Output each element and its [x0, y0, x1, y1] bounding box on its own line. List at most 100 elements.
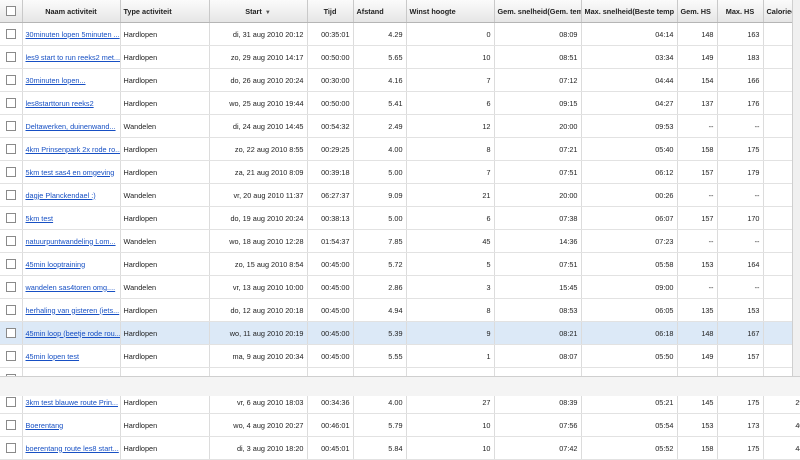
table-cell-tijd: 01:54:37	[307, 229, 354, 253]
row-checkbox[interactable]	[0, 114, 23, 138]
activity-link[interactable]: 45min lopen test	[26, 352, 80, 361]
table-cell-name: 30minuten lopen...	[22, 68, 121, 92]
select-all-checkbox[interactable]	[0, 0, 23, 23]
checkbox-box[interactable]	[5, 52, 16, 63]
table-row[interactable]: 45min looptraining Hardlopen zo, 15 aug 20…	[0, 252, 800, 276]
checkbox-box[interactable]	[5, 259, 16, 270]
activity-link[interactable]: dagje Planckendael :)	[26, 191, 96, 200]
row-checkbox[interactable]	[0, 413, 23, 437]
checkbox-box[interactable]	[5, 351, 16, 362]
checkbox-box[interactable]	[5, 98, 16, 109]
table-row[interactable]: les9 start to run reeks2 met... Hardlopen…	[0, 45, 800, 69]
table-row[interactable]: 45min loop (beetje rode rou... Hardlopen w…	[0, 321, 800, 345]
column-header-max-snelheid[interactable]: Max. snelheid(Beste temp	[581, 0, 678, 23]
checkbox-box[interactable]	[5, 397, 16, 408]
row-checkbox[interactable]	[0, 436, 23, 460]
table-row[interactable]: 5km test sas4 en omgeving Hardlopen za, 21…	[0, 160, 800, 184]
activity-link[interactable]: Deltawerken, duinenwand...	[26, 122, 116, 131]
table-cell-max-hs: 164	[717, 252, 764, 276]
checkbox-box[interactable]	[5, 29, 16, 40]
activity-link[interactable]: 4km Prinsenpark 2x rode ro...	[26, 145, 120, 154]
column-header-name[interactable]: Naam activiteit	[22, 0, 121, 23]
table-cell-tijd: 00:30:00	[307, 68, 354, 92]
column-header-gem-snelheid[interactable]: Gem. snelheid(Gem. temp	[494, 0, 582, 23]
checkbox-box[interactable]	[5, 420, 16, 431]
table-row[interactable]: Deltawerken, duinenwand... Wandelen di, 24…	[0, 114, 800, 138]
table-cell-gem-snelheid: 07:21	[494, 137, 582, 161]
table-row[interactable]: herhaling van gisteren (iets... Hardlopen…	[0, 298, 800, 322]
checkbox-box[interactable]	[5, 213, 16, 224]
column-header-tijd[interactable]: Tijd	[307, 0, 354, 23]
column-header-start[interactable]: Start ▼	[209, 0, 308, 23]
table-cell-name: 4km Prinsenpark 2x rode ro...	[22, 137, 121, 161]
checkbox-box[interactable]	[5, 282, 16, 293]
table-row[interactable]: dagje Planckendael :) Wandelen vr, 20 aug …	[0, 183, 800, 207]
vertical-scrollbar[interactable]	[792, 0, 800, 376]
checkbox-box[interactable]	[5, 6, 16, 17]
column-header-winst[interactable]: Winst hoogte	[406, 0, 495, 23]
table-cell-gem-hs: --	[677, 183, 718, 207]
table-row[interactable]: 30minuten lopen 5minuten ... Hardlopen di,…	[0, 22, 800, 46]
row-checkbox[interactable]	[0, 321, 23, 345]
table-row[interactable]: Boerentang Hardlopen wo, 4 aug 2010 20:27 0…	[0, 413, 800, 437]
activity-link[interactable]: 5km test	[26, 214, 54, 223]
activity-list-panel: Naam activiteit Type activiteit Start ▼ T…	[0, 0, 800, 460]
row-checkbox[interactable]	[0, 68, 23, 92]
column-header-max-hs[interactable]: Max. HS	[717, 0, 764, 23]
table-cell-gem-hs: --	[677, 275, 718, 299]
table-cell-type: Hardlopen	[120, 68, 210, 92]
table-cell-start: wo, 18 aug 2010 12:28	[209, 229, 308, 253]
row-checkbox[interactable]	[0, 91, 23, 115]
table-row[interactable]: wandelen sas4toren omg.... Wandelen vr, 13…	[0, 275, 800, 299]
activity-link[interactable]: boerentang route les8 start...	[26, 444, 119, 453]
row-checkbox[interactable]	[0, 252, 23, 276]
table-cell-max-hs: 163	[717, 22, 764, 46]
column-header-afstand[interactable]: Afstand	[353, 0, 407, 23]
row-checkbox[interactable]	[0, 45, 23, 69]
column-header-gem-hs[interactable]: Gem. HS	[677, 0, 718, 23]
row-checkbox[interactable]	[0, 22, 23, 46]
checkbox-box[interactable]	[5, 236, 16, 247]
table-cell-type: Hardlopen	[120, 344, 210, 368]
activity-link[interactable]: 5km test sas4 en omgeving	[26, 168, 115, 177]
row-checkbox[interactable]	[0, 344, 23, 368]
checkbox-box[interactable]	[5, 328, 16, 339]
table-row[interactable]: 30minuten lopen... Hardlopen do, 26 aug 20…	[0, 68, 800, 92]
row-checkbox[interactable]	[0, 206, 23, 230]
activity-link[interactable]: wandelen sas4toren omg....	[26, 283, 116, 292]
table-row[interactable]: 4km Prinsenpark 2x rode ro... Hardlopen zo…	[0, 137, 800, 161]
activity-link[interactable]: natuurpuntwandeling Lom...	[26, 237, 116, 246]
table-cell-max-hs: 157	[717, 344, 764, 368]
checkbox-box[interactable]	[5, 443, 16, 454]
horizontal-scrollbar[interactable]	[0, 376, 800, 396]
activity-link[interactable]: les8starttorun reeks2	[26, 99, 94, 108]
checkbox-box[interactable]	[5, 305, 16, 316]
table-cell-name: 45min lopen test	[22, 344, 121, 368]
table-row[interactable]: boerentang route les8 start... Hardlopen d…	[0, 436, 800, 460]
table-row[interactable]: 5km test Hardlopen do, 19 aug 2010 20:24 00…	[0, 206, 800, 230]
table-row[interactable]: 45min lopen test Hardlopen ma, 9 aug 2010 …	[0, 344, 800, 368]
column-header-type[interactable]: Type activiteit	[120, 0, 210, 23]
row-checkbox[interactable]	[0, 160, 23, 184]
activity-link[interactable]: 3km test blauwe route Prin...	[26, 398, 118, 407]
table-row[interactable]: natuurpuntwandeling Lom... Wandelen wo, 18…	[0, 229, 800, 253]
table-row[interactable]: les8starttorun reeks2 Hardlopen wo, 25 aug…	[0, 91, 800, 115]
row-checkbox[interactable]	[0, 137, 23, 161]
table-cell-type: Hardlopen	[120, 91, 210, 115]
row-checkbox[interactable]	[0, 183, 23, 207]
checkbox-box[interactable]	[5, 190, 16, 201]
row-checkbox[interactable]	[0, 298, 23, 322]
activity-link[interactable]: 45min loop (beetje rode rou...	[26, 329, 120, 338]
checkbox-box[interactable]	[5, 75, 16, 86]
checkbox-box[interactable]	[5, 121, 16, 132]
activity-link[interactable]: 30minuten lopen...	[26, 76, 86, 85]
activity-link[interactable]: 45min looptraining	[26, 260, 86, 269]
row-checkbox[interactable]	[0, 275, 23, 299]
checkbox-box[interactable]	[5, 144, 16, 155]
activity-link[interactable]: les9 start to run reeks2 met...	[26, 53, 120, 62]
activity-link[interactable]: herhaling van gisteren (iets...	[26, 306, 120, 315]
checkbox-box[interactable]	[5, 167, 16, 178]
activity-link[interactable]: Boerentang	[26, 421, 64, 430]
activity-link[interactable]: 30minuten lopen 5minuten ...	[26, 30, 120, 39]
row-checkbox[interactable]	[0, 229, 23, 253]
